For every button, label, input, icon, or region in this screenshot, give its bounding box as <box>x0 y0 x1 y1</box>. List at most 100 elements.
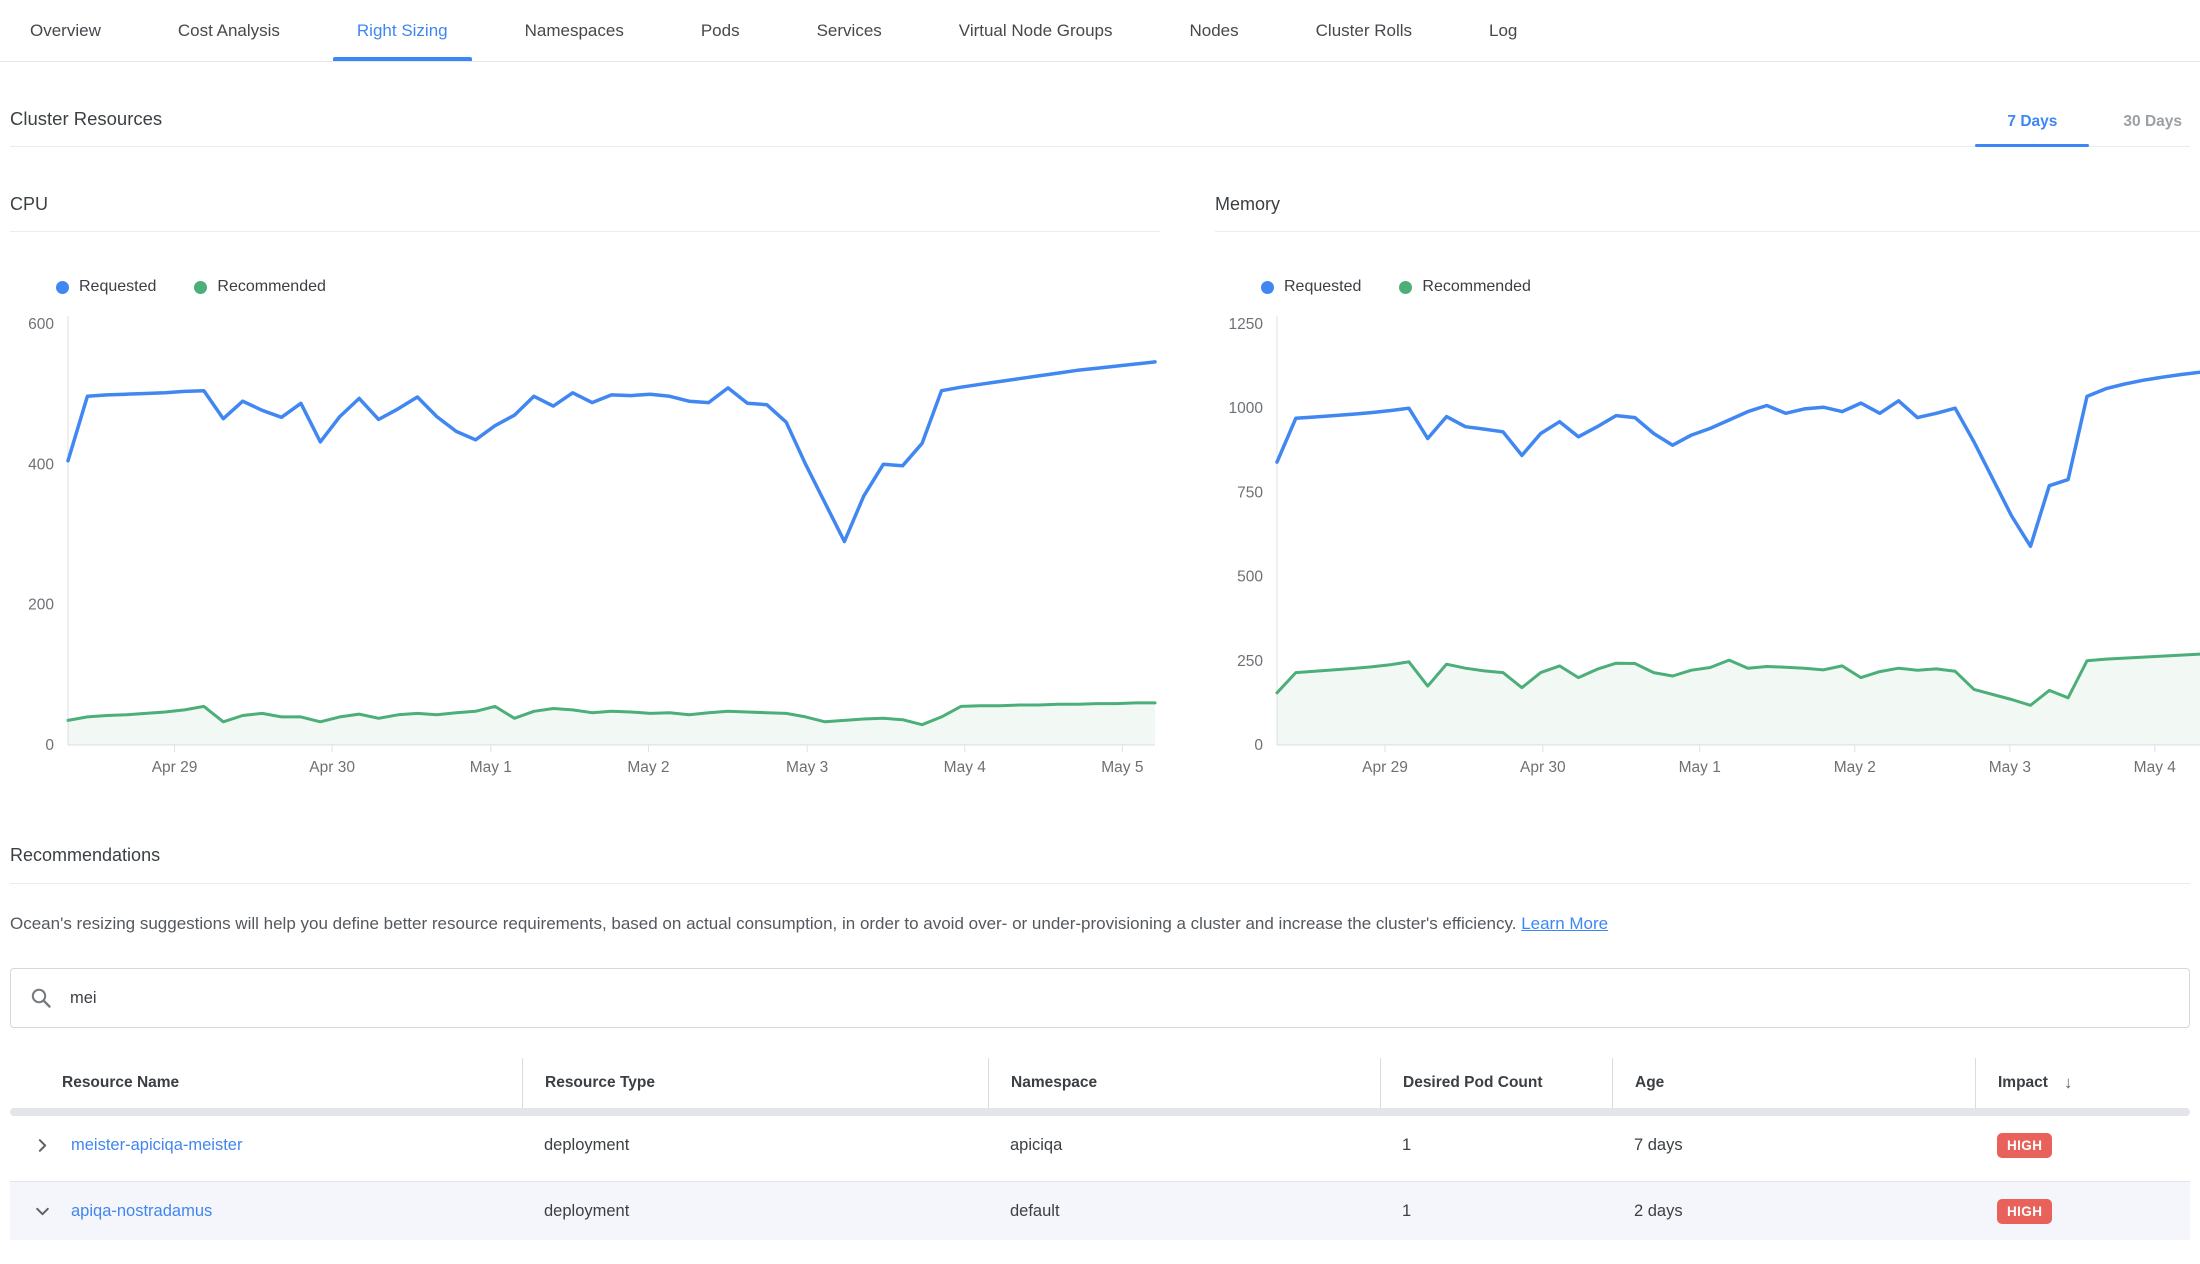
tab-right-sizing[interactable]: Right Sizing <box>333 0 472 61</box>
tab-pods[interactable]: Pods <box>677 0 764 61</box>
svg-text:Apr 30: Apr 30 <box>309 759 355 776</box>
column-header-resource-type: Resource Type <box>522 1058 988 1108</box>
sort-desc-icon[interactable]: ↓ <box>2064 1073 2073 1093</box>
legend-item-requested[interactable]: Requested <box>56 278 156 296</box>
cpu-legend: Requested Recommended <box>56 278 1160 296</box>
charts-row: CPU Requested Recommended 600 400 200 0 Apr 29 A… <box>10 194 2200 783</box>
main-content: Cluster Resources 7 Days 30 Days CPU Reque… <box>0 62 2200 1240</box>
recommendations-description-text: Ocean's resizing suggestions will help y… <box>10 914 1516 933</box>
age-cell: 2 days <box>1612 1202 1975 1221</box>
tab-cost-analysis[interactable]: Cost Analysis <box>154 0 304 61</box>
svg-text:400: 400 <box>28 456 54 473</box>
resource-type-cell: deployment <box>522 1136 988 1155</box>
svg-text:0: 0 <box>1254 737 1263 754</box>
svg-text:1250: 1250 <box>1229 316 1264 333</box>
cluster-resources-header: Cluster Resources 7 Days 30 Days <box>10 62 2190 147</box>
recommendations-description: Ocean's resizing suggestions will help y… <box>10 914 2190 934</box>
table-row[interactable]: apiqa-nostradamus deploymentdefault12 day… <box>10 1182 2190 1240</box>
svg-text:May 1: May 1 <box>470 759 512 776</box>
svg-text:600: 600 <box>28 316 54 333</box>
svg-text:May 3: May 3 <box>1989 759 2031 776</box>
legend-label: Requested <box>79 278 156 296</box>
table-header: Resource Name Resource Type Namespace Desir… <box>10 1058 2190 1108</box>
svg-text:May 5: May 5 <box>1101 759 1143 776</box>
cpu-chart-title: CPU <box>10 194 1160 232</box>
legend-item-requested[interactable]: Requested <box>1261 278 1361 296</box>
tab-virtual-node-groups[interactable]: Virtual Node Groups <box>935 0 1137 61</box>
tab-services[interactable]: Services <box>793 0 906 61</box>
resource-name-link[interactable]: meister-apiciqa-meister <box>71 1136 242 1155</box>
svg-text:May 4: May 4 <box>2134 759 2177 776</box>
namespace-cell: apiciqa <box>988 1136 1380 1155</box>
chevron-right-icon[interactable] <box>34 1137 51 1154</box>
svg-text:200: 200 <box>28 597 54 614</box>
svg-text:May 1: May 1 <box>1679 759 1721 776</box>
memory-chart-title: Memory <box>1215 194 2200 232</box>
svg-text:Apr 30: Apr 30 <box>1520 759 1566 776</box>
column-header-resource-name: Resource Name <box>10 1058 522 1108</box>
legend-item-recommended[interactable]: Recommended <box>1399 278 1531 296</box>
range-7-days[interactable]: 7 Days <box>2005 113 2059 146</box>
column-header-namespace: Namespace <box>988 1058 1380 1108</box>
table-row[interactable]: meister-apiciqa-meister deploymentapiciqa… <box>10 1116 2190 1174</box>
impact-badge: HIGH <box>1997 1199 2052 1224</box>
requested-dot-icon <box>1261 281 1274 294</box>
svg-text:Apr 29: Apr 29 <box>1362 759 1408 776</box>
desired-pod-count-cell: 1 <box>1380 1202 1612 1221</box>
column-header-label: Age <box>1635 1074 1664 1092</box>
memory-chart-panel: MemoryRequestedRecommended12501000750500… <box>1215 194 2200 783</box>
svg-text:May 3: May 3 <box>786 759 828 776</box>
namespace-cell: default <box>988 1202 1380 1221</box>
recommended-dot-icon <box>1399 281 1412 294</box>
recommendations-title: Recommendations <box>10 845 2190 884</box>
resource-name-cell: apiqa-nostradamus <box>10 1202 522 1221</box>
legend-item-recommended[interactable]: Recommended <box>194 278 326 296</box>
svg-text:May 4: May 4 <box>944 759 987 776</box>
cpu-chart-panel: CPU Requested Recommended 600 400 200 0 Apr 29 A… <box>10 194 1160 783</box>
column-header-label: Desired Pod Count <box>1403 1074 1543 1092</box>
search-icon <box>29 986 53 1010</box>
legend-label: Recommended <box>217 278 326 296</box>
svg-text:250: 250 <box>1237 653 1263 670</box>
search-input[interactable] <box>68 988 2171 1009</box>
cpu-chart: 6004002000Apr 29Apr 30May 1May 2May 3May… <box>10 308 1160 778</box>
svg-text:Apr 29: Apr 29 <box>152 759 198 776</box>
age-cell: 7 days <box>1612 1136 1975 1155</box>
tab-cluster-rolls[interactable]: Cluster Rolls <box>1292 0 1436 61</box>
memory-legend: Requested Recommended <box>1261 278 2200 296</box>
svg-text:0: 0 <box>45 737 54 754</box>
resource-type-cell: deployment <box>522 1202 988 1221</box>
tab-overview[interactable]: Overview <box>6 0 125 61</box>
svg-text:May 2: May 2 <box>1834 759 1876 776</box>
time-range-toggle: 7 Days 30 Days <box>1943 113 2184 146</box>
legend-label: Recommended <box>1422 278 1531 296</box>
column-header-impact[interactable]: Impact ↓ <box>1975 1058 2190 1108</box>
requested-dot-icon <box>56 281 69 294</box>
search-box[interactable] <box>10 968 2190 1028</box>
recommended-dot-icon <box>194 281 207 294</box>
cluster-resources-title: Cluster Resources <box>10 108 162 146</box>
recommendations-table: Resource Name Resource Type Namespace Desir… <box>10 1058 2190 1240</box>
column-header-label: Namespace <box>1011 1074 1097 1092</box>
resource-name-cell: meister-apiciqa-meister <box>10 1136 522 1155</box>
table-body: meister-apiciqa-meisterdeploymentapiciqa… <box>10 1116 2190 1240</box>
chevron-down-icon[interactable] <box>34 1203 51 1220</box>
impact-cell: HIGH <box>1975 1133 2190 1158</box>
table-header-divider <box>10 1108 2190 1116</box>
impact-badge: HIGH <box>1997 1133 2052 1158</box>
recommendations-section: Recommendations Ocean's resizing suggest… <box>10 845 2190 934</box>
svg-text:500: 500 <box>1237 569 1263 586</box>
range-30-days[interactable]: 30 Days <box>2121 113 2184 146</box>
column-header-age: Age <box>1612 1058 1975 1108</box>
tab-log[interactable]: Log <box>1465 0 1541 61</box>
tab-namespaces[interactable]: Namespaces <box>501 0 648 61</box>
learn-more-link[interactable]: Learn More <box>1521 914 1608 933</box>
legend-label: Requested <box>1284 278 1361 296</box>
column-header-label: Impact <box>1998 1074 2048 1092</box>
resource-name-link[interactable]: apiqa-nostradamus <box>71 1202 212 1221</box>
svg-text:1000: 1000 <box>1229 400 1264 417</box>
column-header-label: Resource Name <box>62 1074 179 1092</box>
tab-nodes[interactable]: Nodes <box>1166 0 1263 61</box>
impact-cell: HIGH <box>1975 1199 2190 1224</box>
row-divider <box>10 1174 2190 1182</box>
